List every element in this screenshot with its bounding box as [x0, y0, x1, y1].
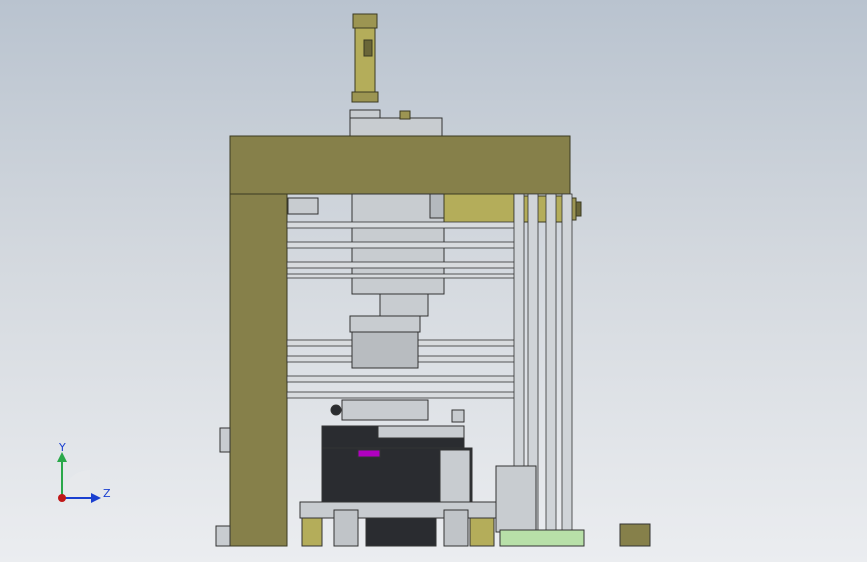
z-axis-label: Z	[103, 487, 111, 500]
assembly-model[interactable]	[215, 13, 651, 547]
upper-carriage	[351, 193, 445, 317]
vertical-cylinder	[349, 13, 443, 139]
cad-viewport[interactable]	[0, 0, 867, 562]
y-axis-label: Y	[59, 441, 66, 454]
origin-dot	[58, 494, 66, 502]
orientation-triad	[57, 452, 101, 503]
